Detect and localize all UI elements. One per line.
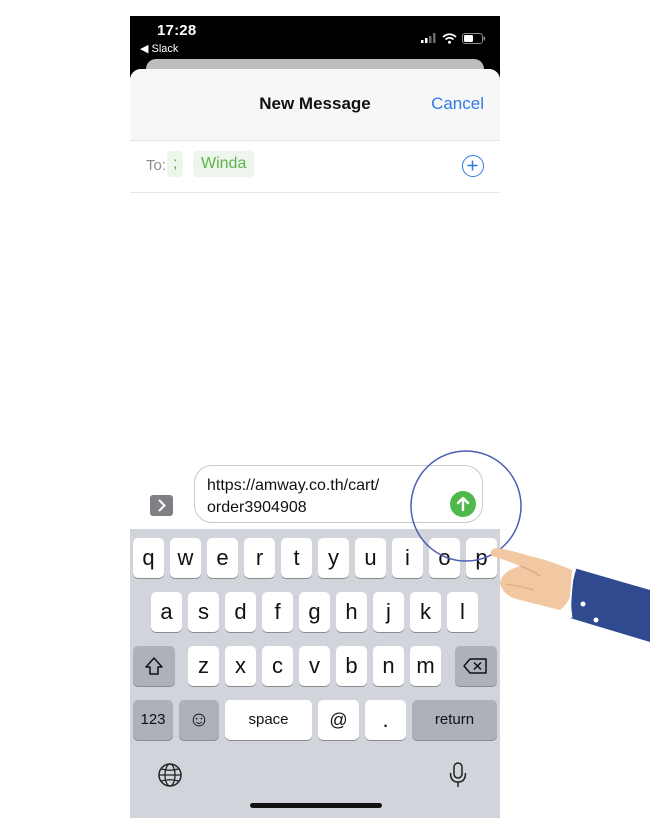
chevron-right-icon [158,499,166,512]
key-m[interactable]: m [410,646,441,686]
arrow-up-icon [456,496,470,512]
key-k[interactable]: k [410,592,441,632]
key-e[interactable]: e [207,538,238,578]
battery-icon [462,32,486,44]
key-h[interactable]: h [336,592,367,632]
key-r[interactable]: r [244,538,275,578]
add-recipient-button[interactable] [462,155,484,177]
pointing-hand-icon [490,548,650,642]
key-x[interactable]: x [225,646,256,686]
return-key[interactable]: return [412,700,497,740]
navigation-bar: New Message Cancel [130,69,500,141]
numbers-key[interactable]: 123 [133,700,173,740]
keyboard: q w e r t y u i o p a s d f g h j k l z … [130,529,500,818]
message-text-line-2: order3904908 [207,499,307,516]
recipient-chip[interactable]: Winda [193,151,255,177]
plus-circle-icon [467,160,478,171]
key-n[interactable]: n [373,646,404,686]
key-y[interactable]: y [318,538,349,578]
key-g[interactable]: g [299,592,330,632]
cancel-button[interactable]: Cancel [431,94,484,114]
to-label: To: [146,157,167,174]
key-p[interactable]: p [466,538,497,578]
key-s[interactable]: s [188,592,219,632]
key-t[interactable]: t [281,538,312,578]
microphone-icon[interactable] [448,761,468,789]
key-v[interactable]: v [299,646,330,686]
phone-screen: 17:28 ◀ Slack New Message Cancel To: ; W… [130,16,500,818]
keyboard-row-2: a s d f g h j k l [130,592,500,632]
key-u[interactable]: u [355,538,386,578]
status-time: 17:28 [157,22,197,39]
message-text-line-1: https://amway.co.th/cart/ [207,477,380,494]
home-indicator [250,803,382,808]
emoji-key[interactable]: ☺ [179,700,219,740]
signal-icon [421,33,436,43]
message-input[interactable]: https://amway.co.th/cart/ order3904908 [194,465,483,523]
shift-key[interactable] [133,646,175,686]
key-a[interactable]: a [151,592,182,632]
recipient-field[interactable]: To: ; Winda [130,141,500,193]
space-key[interactable]: space [225,700,312,740]
key-w[interactable]: w [170,538,201,578]
keyboard-row-3: z x c v b n m [130,646,500,686]
compose-bar: https://amway.co.th/cart/ order3904908 [130,465,500,529]
key-f[interactable]: f [262,592,293,632]
period-key[interactable]: . [365,700,406,740]
key-b[interactable]: b [336,646,367,686]
recipient-separator: ; [167,151,184,177]
key-o[interactable]: o [429,538,460,578]
key-i[interactable]: i [392,538,423,578]
wifi-icon [442,32,457,44]
key-l[interactable]: l [447,592,478,632]
keyboard-row-4: 123 ☺ space @ . return [130,700,500,740]
new-message-sheet: New Message Cancel To: ; Winda https://a… [130,69,500,818]
globe-icon[interactable] [157,762,183,788]
back-to-app-link[interactable]: ◀ Slack [140,42,178,55]
keyboard-row-1: q w e r t y u i o p [130,538,500,578]
key-z[interactable]: z [188,646,219,686]
send-button[interactable] [450,491,476,517]
key-j[interactable]: j [373,592,404,632]
key-c[interactable]: c [262,646,293,686]
delete-key[interactable] [455,646,497,686]
status-icons [421,31,486,45]
shift-icon [145,657,163,675]
expand-apps-button[interactable] [150,495,173,516]
key-d[interactable]: d [225,592,256,632]
key-q[interactable]: q [133,538,164,578]
at-key[interactable]: @ [318,700,359,740]
backspace-icon [463,658,487,674]
